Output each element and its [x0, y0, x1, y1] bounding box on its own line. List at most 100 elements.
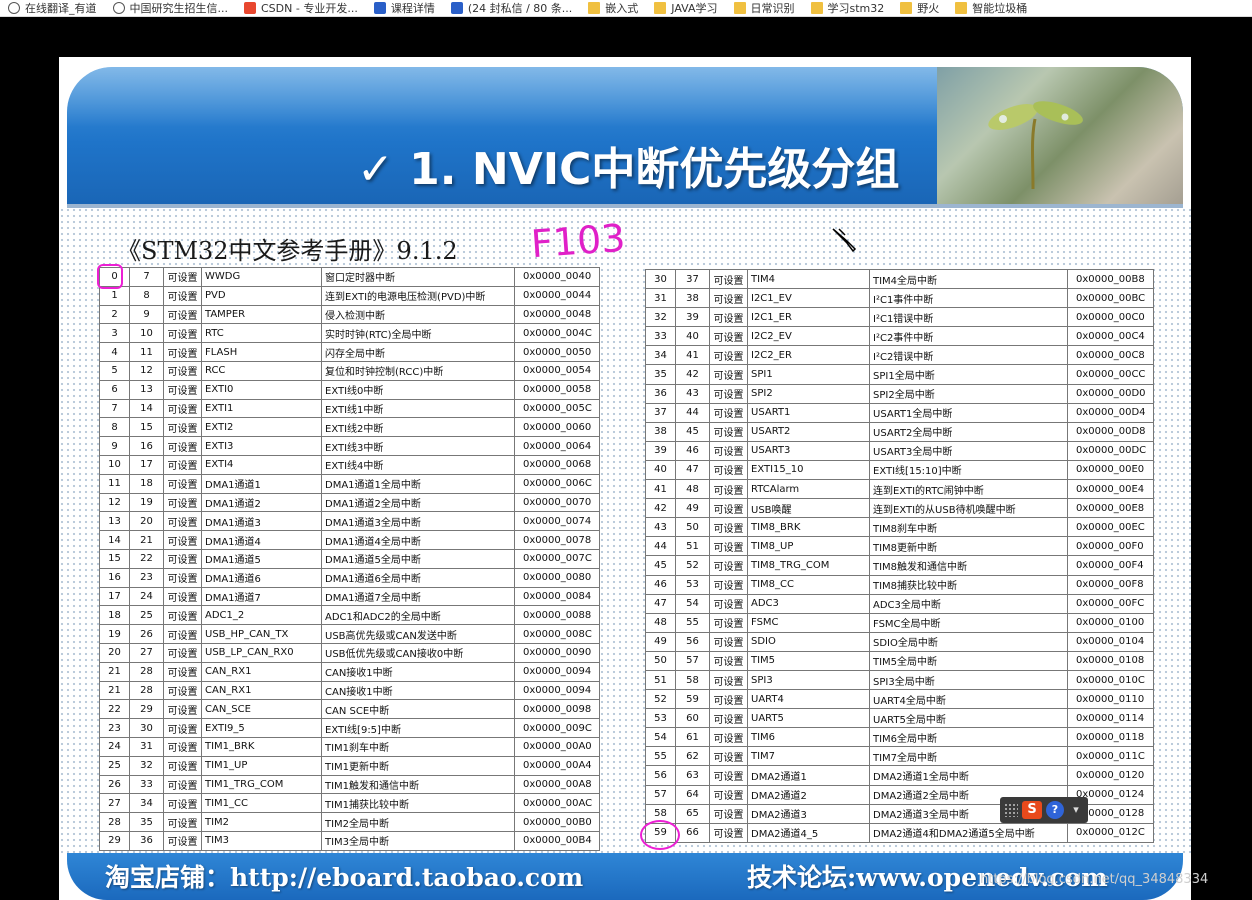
sogou-logo-icon[interactable]: S — [1022, 801, 1042, 819]
table-cell: 26 — [99, 774, 130, 795]
table-cell: 55 — [675, 612, 710, 633]
table-cell: 41 — [675, 345, 710, 366]
table-cell: CAN_RX1 — [201, 680, 322, 701]
table-cell: 33 — [645, 326, 676, 347]
table-cell: FSMC — [747, 612, 870, 633]
table-cell: 可设置 — [163, 642, 202, 663]
table-cell: 0x0000_0088 — [514, 605, 600, 626]
table-cell: 39 — [675, 307, 710, 328]
table-cell: USART2全局中断 — [869, 421, 1068, 442]
table-cell: TIM8_CC — [747, 574, 870, 595]
table-cell: CAN_SCE — [201, 699, 322, 720]
bookmark-item[interactable]: 学习stm32 — [803, 0, 893, 16]
table-cell: I2C1_EV — [747, 288, 870, 309]
table-cell: 31 — [645, 288, 676, 309]
table-row: 32 39 可设置 I2C1_ER I²C1错误中断 0x0000_00C0 — [645, 307, 1154, 328]
table-cell: CAN SCE中断 — [321, 699, 515, 720]
table-cell: TIM3 — [201, 830, 322, 851]
table-cell: 窗口定时器中断 — [321, 267, 515, 287]
table-cell: 46 — [645, 574, 676, 595]
table-cell: 16 — [129, 436, 164, 456]
bookmark-item[interactable]: JAVA学习 — [646, 0, 725, 16]
table-cell: 44 — [645, 536, 676, 557]
bookmark-item[interactable]: 日常识别 — [726, 0, 803, 16]
table-cell: 22 — [99, 699, 130, 720]
table-cell: 0x0000_0044 — [514, 285, 600, 306]
bookmark-item[interactable]: 野火 — [892, 0, 947, 16]
bookmark-item[interactable]: (24 封私信 / 80 条... — [443, 0, 580, 16]
bookmark-item[interactable]: 智能垃圾桶 — [947, 0, 1035, 16]
table-row: 3 10 可设置 RTC 实时时钟(RTC)全局中断 0x0000_004C — [99, 323, 600, 344]
ime-toolbar[interactable]: S ? ▾ — [1000, 797, 1088, 823]
watermark: https://blog.csdn.net/qq_34848334 — [980, 872, 1209, 887]
table-cell: 0x0000_00A0 — [514, 736, 600, 757]
table-cell: USB高优先级或CAN发送中断 — [321, 624, 515, 644]
table-cell: 18 — [129, 473, 164, 494]
table-cell: 24 — [99, 736, 130, 757]
table-cell: 0x0000_00B8 — [1067, 268, 1154, 290]
table-cell: TIM1_TRG_COM — [201, 774, 322, 795]
table-cell: 29 — [129, 699, 164, 720]
table-cell: 可设置 — [163, 624, 202, 644]
bookmark-item[interactable]: 在线翻译_有道 — [0, 0, 105, 16]
table-row: 0 7 可设置 WWDG 窗口定时器中断 0x0000_0040 — [99, 267, 600, 287]
table-cell: 0x0000_00E8 — [1067, 498, 1154, 519]
table-cell: 65 — [675, 803, 710, 824]
table-cell: 0x0000_0118 — [1067, 727, 1154, 748]
table-cell: 7 — [129, 267, 164, 287]
sprout-photo — [937, 67, 1183, 204]
table-cell: 可设置 — [163, 718, 202, 738]
table-cell: 49 — [645, 631, 676, 652]
table-cell: USB唤醒 — [747, 498, 870, 519]
title-banner: ✓ 1. NVIC中断优先级分组 — [67, 67, 1183, 204]
table-cell: 0x0000_0060 — [514, 417, 600, 438]
table-cell: 21 — [99, 680, 130, 701]
table-row: 55 62 可设置 TIM7 TIM7全局中断 0x0000_011C — [645, 746, 1154, 767]
table-cell: 可设置 — [163, 605, 202, 626]
annotation-circle-0 — [97, 264, 123, 289]
bookmark-item[interactable]: 嵌入式 — [580, 0, 646, 16]
ime-grip-icon[interactable] — [1004, 803, 1018, 817]
bookmark-item[interactable]: 课程详情 — [366, 0, 443, 16]
bookmarks-bar: 在线翻译_有道 中国研究生招生信... CSDN - 专业开发... 课程详情 (24 … — [0, 0, 1252, 17]
table-cell: SDIO全局中断 — [869, 631, 1068, 652]
table-cell: ADC1和ADC2的全局中断 — [321, 605, 515, 626]
table-cell: 可设置 — [709, 307, 748, 328]
table-cell: FLASH — [201, 342, 322, 362]
bookmark-item[interactable]: 中国研究生招生信... — [105, 0, 237, 16]
table-cell: 28 — [129, 661, 164, 682]
table-cell: 可设置 — [163, 586, 202, 607]
table-cell: 0x0000_0108 — [1067, 650, 1154, 671]
table-cell: 4 — [99, 342, 130, 362]
table-row: 50 57 可设置 TIM5 TIM5全局中断 0x0000_0108 — [645, 650, 1154, 671]
table-cell: 0x0000_005C — [514, 398, 600, 419]
table-cell: 0x0000_00C8 — [1067, 345, 1154, 366]
table-row: 45 52 可设置 TIM8_TRG_COM TIM8触发和通信中断 0x0000_00F… — [645, 555, 1154, 576]
table-cell: 24 — [129, 586, 164, 607]
bookmark-item[interactable]: CSDN - 专业开发... — [236, 0, 366, 16]
table-cell: UART5 — [747, 708, 870, 729]
table-cell: 可设置 — [709, 555, 748, 576]
table-cell: I²C2错误中断 — [869, 345, 1068, 366]
table-cell: USB_LP_CAN_RX0 — [201, 642, 322, 663]
ime-help-icon[interactable]: ? — [1046, 801, 1064, 819]
ime-menu-icon[interactable]: ▾ — [1068, 801, 1084, 819]
table-cell: 0x0000_00F0 — [1067, 536, 1154, 557]
table-cell: 14 — [129, 398, 164, 419]
table-cell: 38 — [645, 421, 676, 442]
table-cell: 可设置 — [163, 774, 202, 795]
table-cell: 52 — [675, 555, 710, 576]
table-cell: 23 — [99, 718, 130, 738]
table-row: 33 40 可设置 I2C2_EV I²C2事件中断 0x0000_00C4 — [645, 326, 1154, 347]
table-row: 49 56 可设置 SDIO SDIO全局中断 0x0000_0104 — [645, 631, 1154, 652]
table-cell: TIM8捕获比较中断 — [869, 574, 1068, 595]
table-cell: DMA1通道2全局中断 — [321, 492, 515, 513]
table-cell: 15 — [129, 417, 164, 438]
table-cell: 0x0000_011C — [1067, 746, 1154, 767]
table-cell: 0x0000_012C — [1067, 822, 1154, 843]
table-cell: 43 — [645, 517, 676, 538]
table-cell: TIM1触发和通信中断 — [321, 774, 515, 795]
table-row: 37 44 可设置 USART1 USART1全局中断 0x0000_00D4 — [645, 402, 1154, 423]
table-cell: 12 — [129, 360, 164, 381]
table-cell: 43 — [675, 383, 710, 404]
